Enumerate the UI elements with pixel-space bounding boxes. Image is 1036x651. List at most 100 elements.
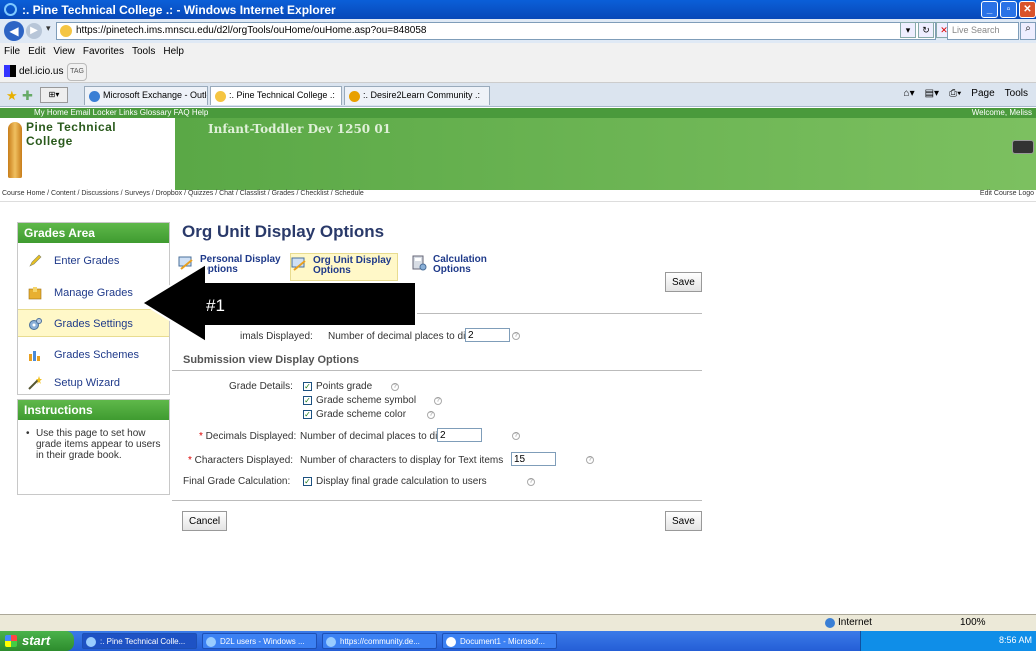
tab-outlook[interactable]: Microsoft Exchange - Outloo... — [84, 86, 208, 105]
status-bar: Internet 100% — [0, 614, 1036, 631]
points-grade-checkbox[interactable]: ✓ — [303, 382, 312, 391]
help-icon[interactable]: ? — [512, 432, 520, 440]
wand-icon — [28, 376, 42, 390]
history-dropdown[interactable]: ▾ — [46, 23, 51, 34]
delicious-icon — [4, 65, 16, 77]
menu-edit[interactable]: Edit — [28, 46, 45, 58]
grade-scheme-symbol-checkbox[interactable]: ✓ — [303, 396, 312, 405]
final-grade-calculation-option: Display final grade calculation to users — [316, 476, 487, 487]
edit-course-link[interactable]: Edit Course Logo — [980, 190, 1034, 197]
nav-grades-schemes[interactable]: Grades Schemes — [18, 341, 169, 369]
add-favorites-icon[interactable]: ✚ — [22, 88, 33, 104]
quick-tabs-button[interactable]: ⊞▾ — [40, 87, 68, 103]
grade-scheme-color-label: Grade scheme color — [316, 409, 407, 420]
ie-icon — [206, 637, 216, 647]
final-grade-calculation-label: Final Grade Calculation: — [183, 476, 291, 487]
clock: 8:56 AM — [998, 635, 1032, 645]
windows-taskbar: start :. Pine Technical Colle... D2L use… — [0, 631, 1036, 651]
menu-view[interactable]: View — [53, 46, 75, 58]
feeds-icon[interactable]: ▤▾ — [925, 88, 939, 99]
tab-pine-technical[interactable]: :. Pine Technical College .: ✕ — [210, 86, 342, 105]
taskbar-item-community[interactable]: https://community.de... — [322, 633, 437, 649]
instructions-text: Use this page to set how grade items app… — [18, 420, 169, 461]
help-icon[interactable]: ? — [527, 478, 535, 486]
save-button-top[interactable]: Save — [665, 272, 702, 292]
course-title: Infant-Toddler Dev 1250 01 — [208, 122, 392, 136]
forward-button[interactable]: ▶ — [26, 23, 42, 39]
search-icon[interactable]: ⌕ — [1020, 22, 1036, 40]
home-icon[interactable]: ⌂▾ — [904, 88, 915, 99]
decimals-displayed-label: * Decimals Displayed: — [199, 431, 297, 442]
system-tray: 8:56 AM — [860, 631, 1036, 651]
characters-displayed-label: * Characters Displayed: — [188, 455, 294, 466]
taskbar-item-d2l-users[interactable]: D2L users - Windows ... — [202, 633, 317, 649]
college-logo[interactable]: Pine Technical College — [0, 118, 175, 190]
minimize-button[interactable]: _ — [981, 1, 998, 18]
search-input[interactable]: Live Search — [947, 22, 1019, 40]
ie-page-icon — [89, 91, 100, 102]
grade-scheme-symbol-label: Grade scheme symbol — [316, 395, 417, 406]
decimals-input[interactable] — [437, 428, 482, 442]
address-bar: ◀ ▶ ▾ https://pinetech.ims.mnscu.edu/d2l… — [0, 19, 1036, 43]
help-icon[interactable]: ? — [391, 383, 399, 391]
delicious-button[interactable]: del.icio.us — [19, 66, 63, 77]
mail-icon[interactable] — [1012, 140, 1034, 154]
tab-d2l-community[interactable]: :. Desire2Learn Community .: — [344, 86, 490, 105]
decimals-input-personal[interactable] — [465, 328, 510, 342]
page-icon — [215, 91, 226, 102]
help-icon[interactable]: ? — [427, 411, 435, 419]
tag-button[interactable]: TAG — [67, 63, 87, 81]
url-dropdown-button[interactable]: ▾ — [900, 22, 916, 38]
taskbar-item-pine-technical[interactable]: :. Pine Technical Colle... — [82, 633, 197, 649]
ie-icon — [86, 637, 96, 647]
windows-flag-icon — [5, 635, 17, 647]
tools-menu[interactable]: Tools — [1005, 88, 1028, 99]
taskbar-item-document1[interactable]: Document1 - Microsof... — [442, 633, 557, 649]
help-icon[interactable]: ? — [512, 332, 520, 340]
page-icon — [349, 91, 360, 102]
window-title-bar: :. Pine Technical College .: - Windows I… — [0, 0, 1036, 19]
section-submission-view: Submission view Display Options — [183, 354, 360, 366]
divider — [172, 500, 702, 501]
site-icon — [60, 25, 72, 37]
help-icon[interactable]: ? — [586, 456, 594, 464]
page-menu[interactable]: Page — [971, 88, 994, 99]
course-nav-links[interactable]: Course Home / Content / Discussions / Su… — [2, 190, 364, 197]
url-field[interactable]: https://pinetech.ims.mnscu.edu/d2l/orgTo… — [56, 22, 936, 40]
tab-bar: ★ ✚ ⊞▾ Microsoft Exchange - Outloo... :.… — [0, 83, 1036, 107]
links-toolbar: del.icio.us TAG — [0, 61, 1036, 83]
divider — [172, 370, 702, 371]
refresh-button[interactable]: ↻ — [918, 22, 934, 38]
welcome-text: Welcome, Meliss — [971, 108, 1032, 117]
folder-icon — [28, 286, 42, 300]
points-grade-label: Points grade — [316, 381, 373, 392]
print-icon[interactable]: ⎙▾ — [949, 88, 961, 99]
grade-scheme-color-checkbox[interactable]: ✓ — [303, 410, 312, 419]
start-button[interactable]: start — [0, 631, 74, 651]
d2l-top-links[interactable]: My Home Email Locker Links Glossary FAQ … — [34, 108, 208, 117]
final-grade-calculation-checkbox[interactable]: ✓ — [303, 477, 312, 486]
tab-calculation-options[interactable]: Calculation Options — [411, 253, 511, 281]
word-icon — [446, 637, 456, 647]
back-button[interactable]: ◀ — [4, 21, 24, 41]
characters-input[interactable] — [511, 452, 556, 466]
cancel-button[interactable]: Cancel — [182, 511, 228, 531]
security-zone: Internet — [838, 617, 872, 628]
help-icon[interactable]: ? — [434, 397, 442, 405]
maximize-button[interactable]: ▫ — [1000, 1, 1017, 18]
save-button-bottom[interactable]: Save — [665, 511, 702, 531]
window-title: :. Pine Technical College .: - Windows I… — [22, 3, 336, 17]
characters-description: Number of characters to display for Text… — [300, 455, 504, 466]
zoom-control[interactable]: 100% — [960, 617, 986, 628]
grades-area-header: Grades Area — [18, 223, 169, 243]
nav-setup-wizard[interactable]: Setup Wizard — [18, 369, 169, 397]
menu-help[interactable]: Help — [163, 46, 184, 58]
menu-file[interactable]: File — [4, 46, 20, 58]
menu-tools[interactable]: Tools — [132, 46, 155, 58]
globe-icon — [825, 618, 835, 628]
chart-icon — [28, 348, 42, 362]
close-window-button[interactable]: ✕ — [1019, 1, 1036, 18]
d2l-top-bar: My Home Email Locker Links Glossary FAQ … — [0, 108, 1036, 118]
menu-favorites[interactable]: Favorites — [83, 46, 124, 58]
favorites-star-icon[interactable]: ★ — [6, 88, 18, 104]
